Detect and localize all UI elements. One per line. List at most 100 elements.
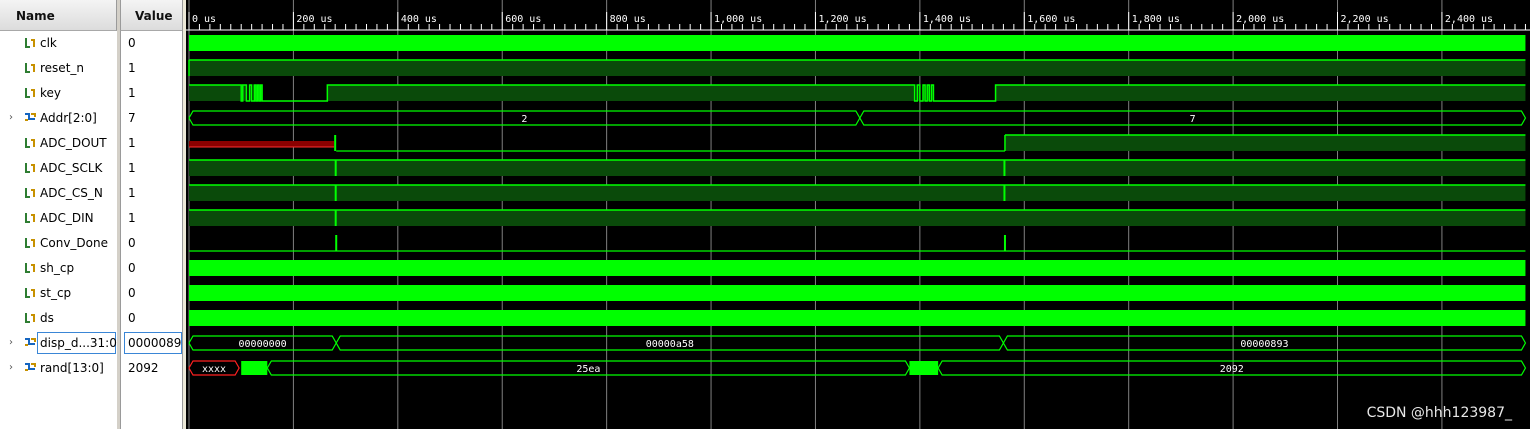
signal-value-row-5[interactable]: 1 bbox=[121, 156, 183, 181]
time-tick-label: 2,200 us bbox=[1341, 14, 1389, 25]
signal-value: 1 bbox=[128, 186, 136, 200]
time-tick-label: 0 us bbox=[192, 14, 216, 25]
signal-row-4[interactable]: ADC_DOUT bbox=[0, 131, 117, 156]
signal-name: st_cp bbox=[40, 286, 72, 300]
time-tick-label: 800 us bbox=[610, 14, 646, 25]
single-bit-signal-icon bbox=[24, 162, 36, 174]
bus-dense-region bbox=[909, 361, 939, 375]
key-high-fill bbox=[995, 85, 1526, 101]
signal-value-row-9[interactable]: 0 bbox=[121, 256, 183, 281]
time-tick-label: 2,000 us bbox=[1236, 14, 1284, 25]
signal-value-row-0[interactable]: 0 bbox=[121, 31, 183, 56]
name-column-header[interactable]: Name bbox=[0, 0, 117, 31]
signal-row-0[interactable]: clk bbox=[0, 31, 117, 56]
signal-row-12[interactable]: › disp_d...31:0] bbox=[0, 331, 122, 356]
chevron-right-icon[interactable]: › bbox=[9, 362, 13, 373]
time-tick-label: 2,400 us bbox=[1445, 14, 1493, 25]
single-bit-signal-icon bbox=[24, 87, 36, 99]
bus-signal-icon bbox=[24, 362, 36, 374]
signal-value-row-10[interactable]: 0 bbox=[121, 281, 183, 306]
time-tick-label: 1,600 us bbox=[1027, 14, 1075, 25]
bus-value-label: 2 bbox=[521, 114, 527, 125]
signal-value: 0 bbox=[128, 36, 136, 50]
bus-signal-icon bbox=[24, 112, 36, 124]
dense-signal-st_cp bbox=[189, 285, 1526, 301]
bus-signal-icon bbox=[24, 337, 36, 349]
dense-signal-ds bbox=[189, 310, 1526, 326]
time-tick-label: 1,400 us bbox=[923, 14, 971, 25]
signal-name: disp_d...31:0] bbox=[40, 336, 122, 350]
time-tick-label: 1,000 us bbox=[714, 14, 762, 25]
single-bit-signal-icon bbox=[24, 137, 36, 149]
chevron-right-icon[interactable]: › bbox=[9, 337, 13, 348]
signal-value: 0 bbox=[128, 286, 136, 300]
signal-name: clk bbox=[40, 36, 57, 50]
signal-value-row-1[interactable]: 1 bbox=[121, 56, 183, 81]
key-high-fill bbox=[327, 85, 915, 101]
bus-value-label: 2092 bbox=[1220, 364, 1244, 375]
signal-name: rand[13:0] bbox=[40, 361, 104, 375]
waveform-view[interactable]: 0 us 200 us 400 us 600 us 800 us 1,000 us 1,20… bbox=[186, 0, 1530, 429]
bus-value-label: 25ea bbox=[576, 364, 600, 375]
signal-value-row-13[interactable]: 2092 bbox=[121, 356, 183, 381]
signal-value: 1 bbox=[128, 211, 136, 225]
signal-value: 2092 bbox=[128, 361, 159, 375]
signal-row-9[interactable]: sh_cp bbox=[0, 256, 117, 281]
signal-name: Conv_Done bbox=[40, 236, 108, 250]
bus-value-label: 00000a58 bbox=[646, 339, 694, 350]
signal-value: 1 bbox=[128, 86, 136, 100]
signal-value-row-11[interactable]: 0 bbox=[121, 306, 183, 331]
signal-value: 0 bbox=[128, 236, 136, 250]
single-bit-signal-icon bbox=[24, 237, 36, 249]
signal-row-10[interactable]: st_cp bbox=[0, 281, 117, 306]
bus-value-label: xxxx bbox=[202, 364, 226, 375]
watermark: CSDN @hhh123987_ bbox=[1366, 405, 1512, 421]
signal-value-row-7[interactable]: 1 bbox=[121, 206, 183, 231]
signal-value-row-12[interactable]: 00000893 bbox=[121, 331, 189, 356]
single-bit-signal-icon bbox=[24, 287, 36, 299]
single-bit-signal-icon bbox=[24, 62, 36, 74]
value-column-header[interactable]: Value bbox=[120, 0, 182, 31]
signal-list-panel: clk reset_nkey › Addr[2:0] ADC_DOUT ADC_SCLK A… bbox=[0, 0, 189, 429]
signal-name: ADC_SCLK bbox=[40, 161, 103, 175]
signal-value: 7 bbox=[128, 111, 136, 125]
value-column: 0 1 1 7 1 1 1 1 0 0 0 0 00000893 2092 bbox=[120, 31, 189, 429]
signal-row-5[interactable]: ADC_SCLK bbox=[0, 156, 117, 181]
time-tick-label: 400 us bbox=[401, 14, 437, 25]
time-tick-label: 1,200 us bbox=[818, 14, 866, 25]
signal-value-row-3[interactable]: 7 bbox=[121, 106, 183, 131]
time-tick-label: 1,800 us bbox=[1132, 14, 1180, 25]
chevron-right-icon[interactable]: › bbox=[9, 112, 13, 123]
signal-value: 1 bbox=[128, 161, 136, 175]
single-bit-signal-icon bbox=[24, 37, 36, 49]
signal-value-row-8[interactable]: 0 bbox=[121, 231, 183, 256]
signal-row-1[interactable]: reset_n bbox=[0, 56, 117, 81]
single-bit-signal-icon bbox=[24, 187, 36, 199]
high-fill bbox=[189, 60, 1526, 76]
signal-name: ADC_CS_N bbox=[40, 186, 103, 200]
signal-name: sh_cp bbox=[40, 261, 75, 275]
signal-row-8[interactable]: Conv_Done bbox=[0, 231, 117, 256]
signal-name: ADC_DOUT bbox=[40, 136, 107, 150]
high-fill bbox=[189, 210, 1526, 226]
signal-row-3[interactable]: › Addr[2:0] bbox=[0, 106, 117, 131]
name-column: clk reset_nkey › Addr[2:0] ADC_DOUT ADC_SCLK A… bbox=[0, 31, 122, 429]
dense-signal-sh_cp bbox=[189, 260, 1526, 276]
high-fill bbox=[189, 185, 1526, 201]
signal-value-row-4[interactable]: 1 bbox=[121, 131, 183, 156]
single-bit-signal-icon bbox=[24, 212, 36, 224]
signal-name: ADC_DIN bbox=[40, 211, 94, 225]
signal-row-6[interactable]: ADC_CS_N bbox=[0, 181, 117, 206]
signal-value-row-2[interactable]: 1 bbox=[121, 81, 183, 106]
signal-row-13[interactable]: › rand[13:0] bbox=[0, 356, 117, 381]
bus-value-label: 7 bbox=[1190, 114, 1196, 125]
key-high-fill bbox=[189, 85, 242, 101]
signal-row-2[interactable]: key bbox=[0, 81, 117, 106]
high-fill bbox=[189, 160, 1526, 176]
time-tick-label: 600 us bbox=[505, 14, 541, 25]
signal-name: key bbox=[40, 86, 62, 100]
signal-row-11[interactable]: ds bbox=[0, 306, 117, 331]
signal-name: ds bbox=[40, 311, 54, 325]
signal-row-7[interactable]: ADC_DIN bbox=[0, 206, 117, 231]
signal-value-row-6[interactable]: 1 bbox=[121, 181, 183, 206]
